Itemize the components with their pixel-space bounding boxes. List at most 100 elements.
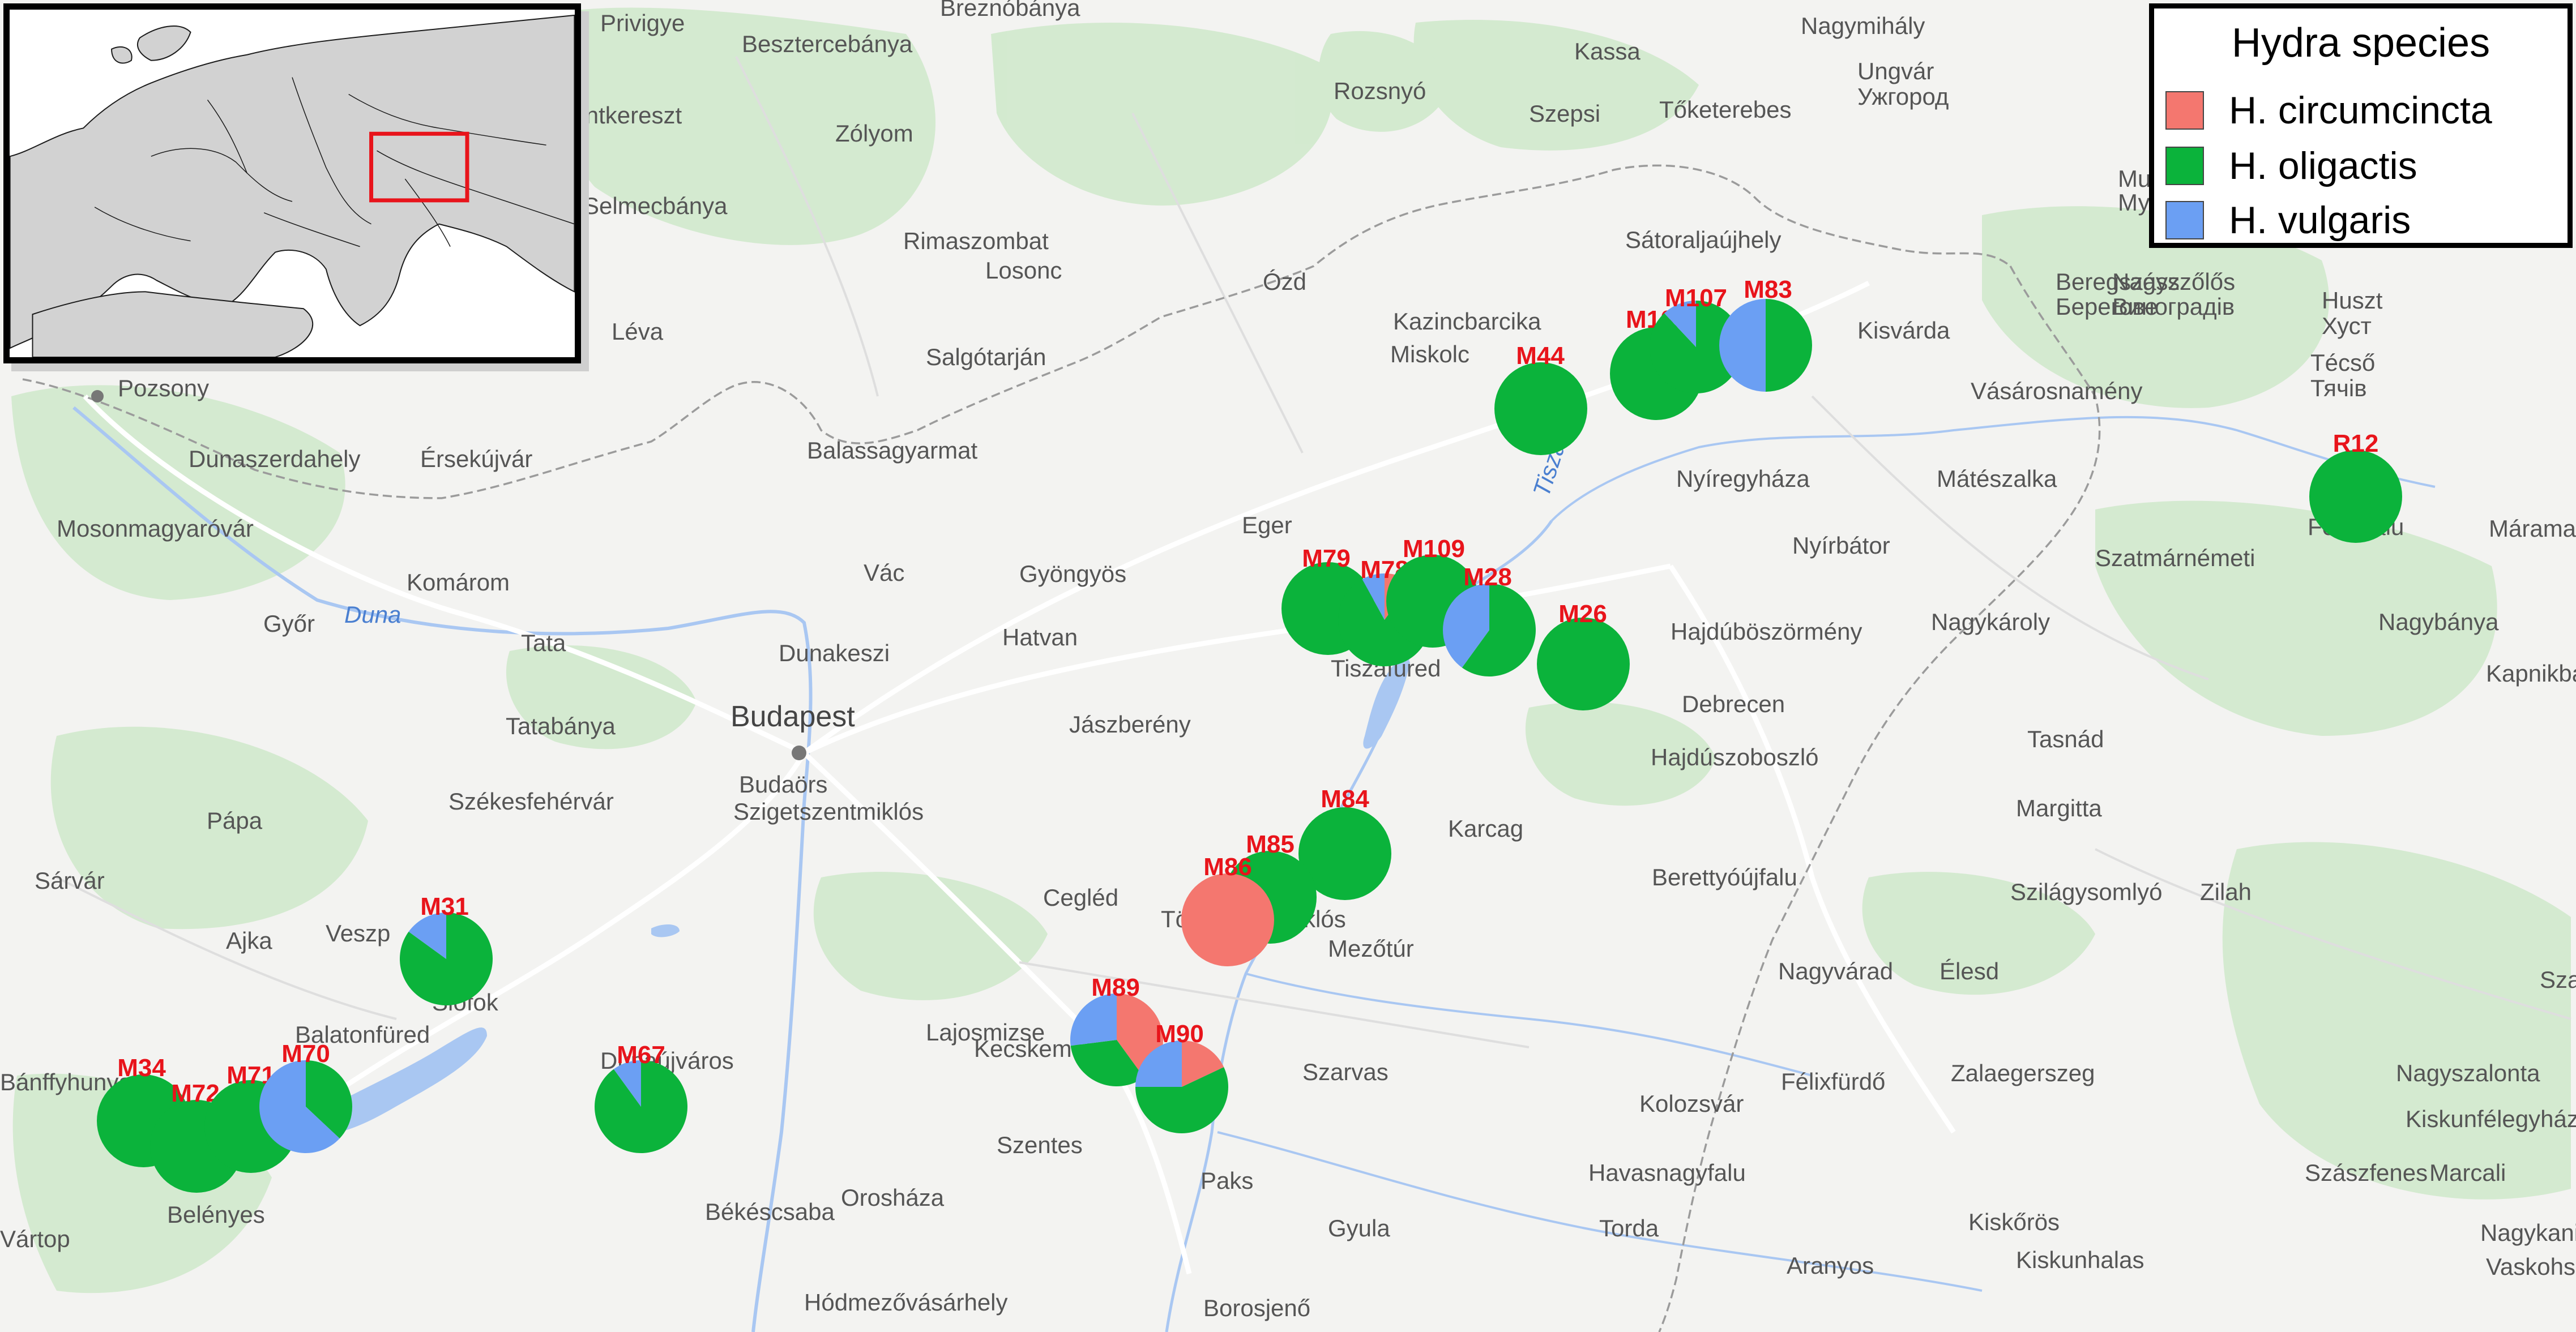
- place-label: Szigetszentmiklós: [733, 798, 924, 825]
- site-label: M26: [1558, 600, 1607, 628]
- legend: Hydra species H. circumcincta H. oligact…: [2149, 3, 2573, 248]
- place-label: Sátoraljaújhely: [1625, 226, 1782, 253]
- place-label: Виноградів: [2112, 293, 2235, 320]
- place-label: Kiskunhalas: [2016, 1247, 2144, 1273]
- place-label: Mátészalka: [1937, 465, 2057, 492]
- place-label: Pápa: [207, 807, 263, 834]
- place-label: Nyíregyháza: [1676, 465, 1810, 492]
- place-label: Tatabánya: [506, 713, 616, 739]
- site-label: M90: [1155, 1020, 1204, 1048]
- place-label: Dunaszerdahely: [189, 446, 361, 472]
- place-label: Gyula: [1328, 1215, 1390, 1241]
- place-label: Mosonmagyaróvár: [57, 515, 254, 542]
- legend-swatch-oligactis: [2165, 147, 2204, 185]
- place-label: Miskolc: [1390, 341, 1469, 367]
- place-label: Hajdúböszörmény: [1671, 618, 1862, 645]
- place-label: Zilah: [2200, 879, 2252, 905]
- place-label: Eger: [1242, 512, 1292, 538]
- site-label: M67: [617, 1041, 665, 1069]
- place-label: Nyírbátor: [1792, 532, 1890, 559]
- site-label: M79: [1302, 545, 1351, 572]
- place-label: Budaörs: [739, 771, 827, 798]
- place-label: Nagybánya: [2378, 609, 2499, 635]
- place-label: Balassagyarmat: [807, 437, 977, 464]
- legend-label-vulgaris: H. vulgaris: [2229, 199, 2411, 242]
- place-label: Hatvan: [1002, 624, 1078, 650]
- place-label: Rozsnyó: [1334, 78, 1426, 104]
- europe-overview-inset: [3, 3, 581, 363]
- place-label: Máramar: [2489, 515, 2576, 542]
- place-label: Budapest: [730, 700, 855, 733]
- place-label: Nagykároly: [1931, 609, 2050, 635]
- europe-overview-map: [10, 10, 575, 357]
- place-label: Marcali: [2429, 1159, 2506, 1186]
- place-label: Karcag: [1448, 815, 1523, 842]
- legend-label-circumcincta: H. circumcincta: [2229, 89, 2492, 132]
- place-label: Komárom: [407, 569, 510, 596]
- place-label: Nagyszalonta: [2396, 1060, 2540, 1086]
- pie-slice-oligactis: [2309, 450, 2402, 543]
- place-label: Kisvárda: [1857, 317, 1950, 344]
- site-label: M70: [281, 1040, 330, 1068]
- place-label: Hódmezővásárhely: [804, 1289, 1008, 1316]
- legend-label-oligactis: H. oligactis: [2229, 144, 2417, 187]
- site-label: M86: [1203, 853, 1252, 881]
- place-label: Vaskohsziklás: [2486, 1253, 2576, 1280]
- place-label: Margitta: [2016, 795, 2102, 821]
- place-label: Хуст: [2322, 312, 2372, 339]
- legend-swatch-circumcincta: [2165, 91, 2204, 130]
- place-label: Salgótarján: [926, 344, 1046, 370]
- city-dot-pozsony: [91, 390, 104, 402]
- site-label: M28: [1463, 563, 1512, 591]
- site-label: M84: [1321, 785, 1369, 813]
- place-label: Kiskunfélegyháza: [2406, 1106, 2576, 1132]
- place-label: Jászberény: [1069, 711, 1191, 738]
- place-label: Szászfenes: [2305, 1159, 2428, 1186]
- place-label: Selmecbánya: [583, 192, 728, 219]
- place-label: Kapnikbá: [2486, 660, 2576, 687]
- place-label: Debrecen: [1682, 691, 1785, 717]
- place-label: Pozsony: [118, 375, 209, 401]
- place-label: Ужгород: [1857, 83, 1949, 110]
- place-label: Borosjenő: [1203, 1295, 1310, 1321]
- place-label: Tőketerebes: [1659, 96, 1791, 123]
- site-label: R12: [2333, 430, 2379, 457]
- place-label: Berettyóújfalu: [1652, 864, 1797, 890]
- place-label: Nagyszőlős: [2112, 268, 2235, 295]
- site-label: M89: [1091, 974, 1140, 1001]
- place-label: Orosháza: [841, 1184, 945, 1211]
- place-label: Duna: [344, 601, 401, 628]
- pie-slice-oligactis: [1494, 362, 1587, 455]
- place-label: Kazincbarcika: [1393, 308, 1541, 335]
- site-label: M83: [1744, 276, 1792, 303]
- place-label: Győr: [263, 610, 315, 637]
- legend-swatch-vulgaris: [2165, 201, 2204, 239]
- place-label: Gyöngyös: [1019, 560, 1126, 587]
- site-label: M107: [1665, 284, 1727, 312]
- place-label: Mezőtúr: [1328, 935, 1414, 962]
- place-label: Besztercebánya: [742, 31, 913, 57]
- place-label: Kolozsvár: [1639, 1090, 1744, 1117]
- place-label: Tata: [521, 629, 566, 656]
- place-label: Vásárosnamény: [1971, 378, 2143, 404]
- place-label: Sárvár: [35, 867, 105, 894]
- place-label: Dunakeszi: [779, 640, 890, 666]
- place-label: Tasnád: [2027, 726, 2104, 752]
- pie-slice-oligactis: [1537, 618, 1630, 710]
- place-label: Félixfürdő: [1781, 1068, 1885, 1095]
- place-label: Élesd: [1940, 958, 1999, 984]
- place-label: Breznóbánya: [940, 0, 1080, 21]
- place-label: Nagymihály: [1801, 12, 1925, 39]
- place-label: Nagyvárad: [1778, 958, 1893, 984]
- site-label: M109: [1403, 535, 1465, 563]
- city-dot-budapest: [792, 746, 806, 760]
- site-label: M85: [1246, 830, 1295, 858]
- place-label: Belényes: [167, 1201, 265, 1228]
- place-label: Vác: [864, 559, 904, 586]
- place-label: Szepsi: [1529, 100, 1600, 127]
- place-label: Cegléd: [1043, 884, 1118, 911]
- place-label: Veszp: [326, 920, 390, 946]
- place-label: Тячів: [2310, 375, 2367, 401]
- place-label: Aranyos: [1787, 1252, 1874, 1279]
- place-label: Zalaegerszeg: [1951, 1060, 2095, 1086]
